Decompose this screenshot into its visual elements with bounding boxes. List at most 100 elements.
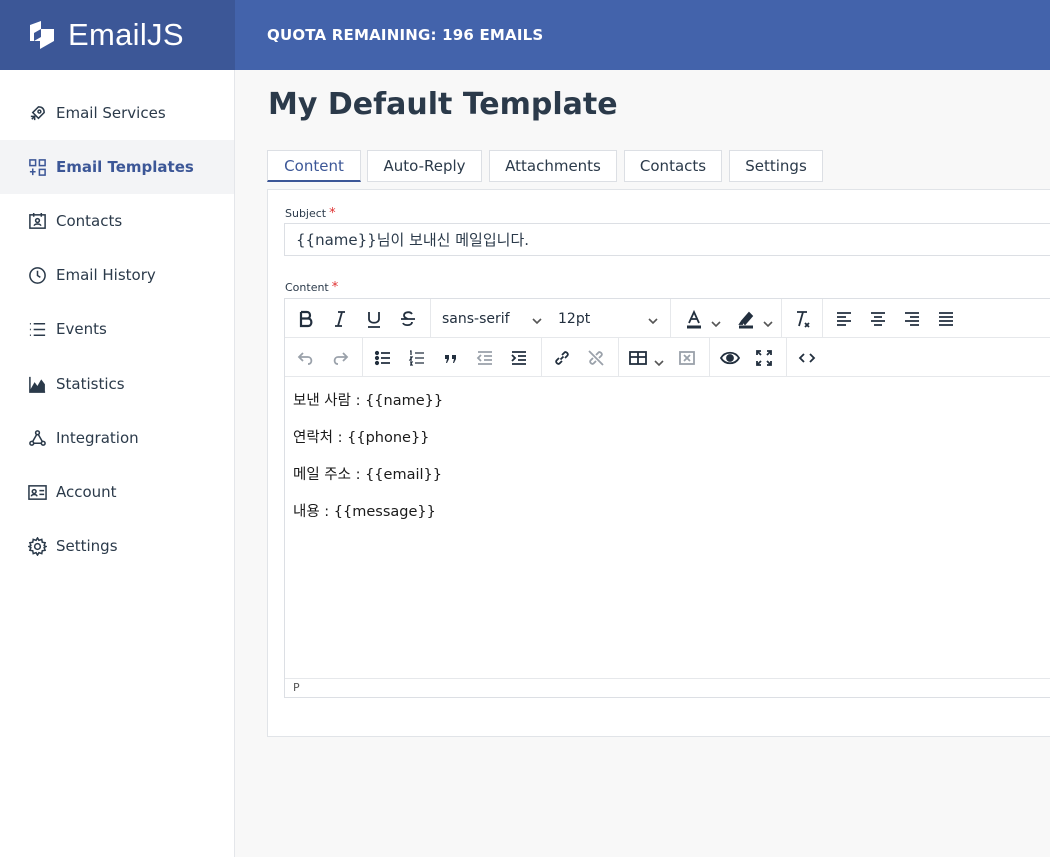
tab-attachments[interactable]: Attachments — [489, 150, 617, 182]
tab-content[interactable]: Content — [267, 150, 361, 182]
content-line: 보낸 사람 : {{name}} — [293, 393, 444, 409]
redo-icon — [333, 352, 349, 365]
sidebar: Email Services Email Templates Contacts … — [0, 70, 235, 857]
sidebar-item-integration[interactable]: Integration — [0, 411, 234, 465]
align-right-button[interactable] — [897, 304, 927, 334]
align-left-button[interactable] — [829, 304, 859, 334]
subject-input[interactable]: {{name}}님이 보내신 메일입니다. — [284, 223, 1050, 256]
templates-icon — [27, 157, 47, 177]
bold-icon — [299, 310, 313, 328]
list-icon — [27, 319, 47, 339]
highlight-color-button[interactable] — [729, 304, 777, 334]
remove-link-button[interactable] — [581, 343, 611, 373]
tab-settings[interactable]: Settings — [729, 150, 823, 182]
italic-button[interactable] — [325, 304, 355, 334]
bold-button[interactable] — [291, 304, 321, 334]
outdent-button[interactable] — [470, 343, 500, 373]
toolbar-separator — [430, 299, 431, 338]
align-center-button[interactable] — [863, 304, 893, 334]
eye-icon — [720, 351, 740, 365]
undo-button[interactable] — [291, 343, 321, 373]
rocket-icon — [27, 103, 47, 123]
strikethrough-icon — [401, 311, 415, 327]
toolbar-separator — [822, 299, 823, 338]
sidebar-item-label: Integration — [56, 429, 139, 447]
emailjs-logo-icon — [30, 21, 54, 49]
align-left-icon — [837, 312, 851, 326]
italic-icon — [335, 311, 345, 327]
sidebar-item-email-history[interactable]: Email History — [0, 248, 234, 302]
editor-toolbar-row-2 — [285, 338, 1050, 377]
sidebar-item-events[interactable]: Events — [0, 302, 234, 356]
code-icon — [798, 353, 816, 363]
indent-button[interactable] — [504, 343, 534, 373]
chart-icon — [27, 374, 47, 394]
table-button[interactable] — [624, 343, 666, 373]
outdent-icon — [476, 351, 492, 365]
id-card-icon — [27, 482, 47, 502]
tab-auto-reply[interactable]: Auto-Reply — [367, 150, 482, 182]
font-family-select[interactable]: sans-serif — [442, 304, 547, 334]
logo[interactable]: EmailJS — [0, 0, 235, 70]
fullscreen-button[interactable] — [749, 343, 779, 373]
text-color-button[interactable] — [677, 304, 725, 334]
preview-button[interactable] — [715, 343, 745, 373]
required-mark: * — [331, 280, 339, 295]
sidebar-item-statistics[interactable]: Statistics — [0, 357, 234, 411]
content-line: 연락처 : {{phone}} — [293, 430, 430, 446]
required-mark: * — [329, 206, 336, 221]
unlink-icon — [588, 350, 604, 366]
numbered-list-icon — [408, 350, 424, 366]
close-box-icon — [679, 351, 695, 365]
sidebar-item-label: Email History — [56, 266, 156, 284]
numbered-list-button[interactable] — [402, 343, 432, 373]
clear-formatting-icon — [797, 311, 810, 328]
sidebar-item-label: Statistics — [56, 375, 125, 393]
tab-contacts[interactable]: Contacts — [624, 150, 722, 182]
undo-icon — [297, 352, 313, 365]
indent-icon — [511, 351, 526, 365]
sidebar-item-email-services[interactable]: Email Services — [0, 86, 234, 140]
chevron-down-icon — [763, 314, 773, 328]
sidebar-item-contacts[interactable]: Contacts — [0, 194, 234, 248]
subject-label: Subject * — [285, 206, 336, 221]
insert-link-button[interactable] — [547, 343, 577, 373]
editor-content[interactable]: 보낸 사람 : {{name}} 연락처 : {{phone}} 메일 주소 :… — [285, 377, 1050, 680]
delete-table-button[interactable] — [672, 343, 702, 373]
toolbar-separator — [781, 299, 782, 338]
toolbar-separator — [786, 338, 787, 377]
sidebar-item-settings[interactable]: Settings — [0, 519, 234, 573]
redo-button[interactable] — [325, 343, 355, 373]
fullscreen-icon — [756, 350, 772, 366]
bullet-list-button[interactable] — [368, 343, 398, 373]
chevron-down-icon — [711, 314, 721, 328]
sidebar-item-label: Account — [56, 483, 117, 501]
chevron-down-icon — [648, 314, 658, 325]
blockquote-button[interactable] — [436, 343, 466, 373]
font-family-value: sans-serif — [442, 311, 510, 327]
strikethrough-button[interactable] — [393, 304, 423, 334]
align-justify-button[interactable] — [931, 304, 961, 334]
font-size-select[interactable]: 12pt — [558, 304, 663, 334]
toolbar-separator — [709, 338, 710, 377]
source-code-button[interactable] — [792, 343, 822, 373]
content-line: 내용 : {{message}} — [293, 504, 436, 520]
toolbar-separator — [541, 338, 542, 377]
sidebar-item-label: Settings — [56, 537, 118, 555]
top-bar: QUOTA REMAINING: 196 EMAILS — [235, 0, 1050, 70]
logo-text: EmailJS — [68, 17, 184, 52]
toolbar-separator — [618, 338, 619, 377]
page-title: My Default Template — [268, 87, 618, 122]
editor-status-path: P — [285, 678, 1050, 697]
bullet-list-icon — [374, 350, 390, 366]
sidebar-item-label: Email Templates — [56, 158, 194, 176]
sidebar-item-account[interactable]: Account — [0, 465, 234, 519]
sidebar-item-label: Contacts — [56, 212, 123, 230]
sidebar-item-email-templates[interactable]: Email Templates — [0, 140, 234, 194]
highlighter-icon — [738, 311, 754, 329]
align-right-icon — [905, 312, 919, 326]
underline-icon — [368, 312, 380, 328]
clear-formatting-button[interactable] — [787, 304, 817, 334]
sidebar-item-label: Events — [56, 320, 107, 338]
underline-button[interactable] — [359, 304, 389, 334]
